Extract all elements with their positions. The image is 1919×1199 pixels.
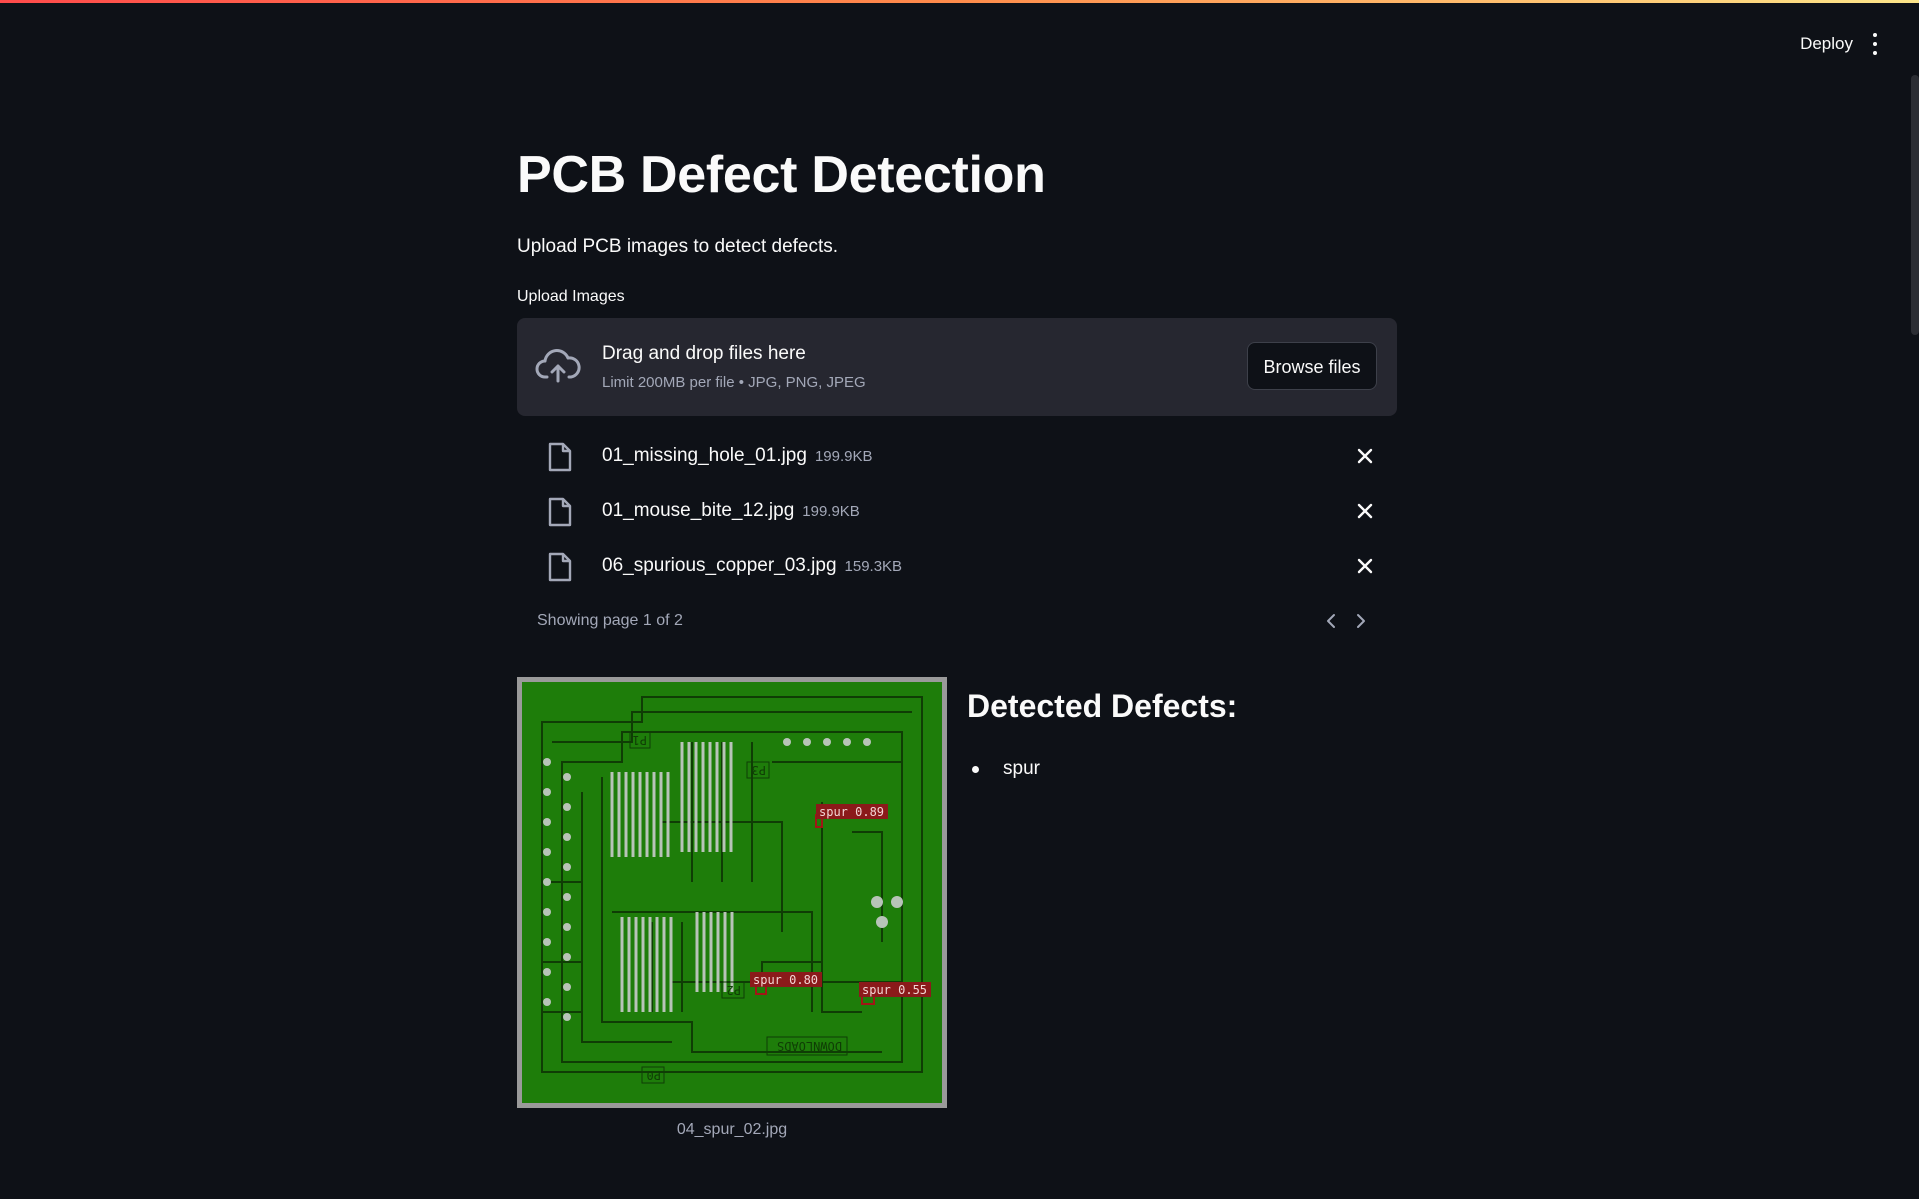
remove-file-icon[interactable]: [1355, 556, 1375, 576]
uploaded-file-row: 01_mouse_bite_12.jpg 199.9KB: [517, 491, 1397, 531]
defects-list: spur: [967, 756, 1040, 782]
scrollbar[interactable]: [1911, 75, 1919, 335]
dropzone-instructions: Drag and drop files here: [602, 343, 806, 364]
pagination-status: Showing page 1 of 2: [537, 612, 683, 629]
app-header: Deploy: [0, 3, 1919, 87]
file-icon: [548, 552, 572, 582]
silkscreen-label: P0: [647, 1068, 661, 1082]
file-icon: [548, 442, 572, 472]
uploaded-file-row: 06_spurious_copper_03.jpg 159.3KB: [517, 546, 1397, 586]
image-caption: 04_spur_02.jpg: [676, 1121, 788, 1138]
file-dropzone[interactable]: Drag and drop files here Limit 200MB per…: [517, 318, 1397, 416]
detection-label: spur 0.55: [862, 983, 927, 997]
file-name: 01_mouse_bite_12.jpg: [602, 500, 795, 521]
chevron-right-icon[interactable]: [1351, 610, 1371, 632]
detection-box: spur 0.55: [859, 982, 931, 1005]
pcb-result-image: P1 P3 P2 P0 DOWNLOADS spur 0.89 spur 0.8…: [517, 677, 947, 1108]
silkscreen-label: P1: [633, 733, 647, 747]
file-size: 199.9KB: [814, 448, 873, 465]
detected-defects-heading: Detected Defects:: [967, 688, 1238, 724]
silkscreen-label: P2: [727, 983, 741, 997]
dropzone-limit: Limit 200MB per file • JPG, PNG, JPEG: [602, 374, 866, 391]
detection-label: spur 0.89: [819, 805, 884, 819]
cloud-upload-icon: [535, 349, 581, 383]
browse-files-button[interactable]: Browse files: [1247, 342, 1377, 390]
deploy-button[interactable]: Deploy: [1800, 34, 1853, 54]
file-icon: [548, 497, 572, 527]
pcb-board-graphic: P1 P3 P2 P0 DOWNLOADS spur 0.89 spur 0.8…: [541, 696, 931, 1084]
file-name: 06_spurious_copper_03.jpg: [602, 555, 837, 576]
remove-file-icon[interactable]: [1355, 501, 1375, 521]
detection-label: spur 0.80: [753, 973, 818, 987]
chevron-left-icon[interactable]: [1321, 610, 1341, 632]
kebab-menu-icon[interactable]: [1871, 33, 1879, 55]
page-title: PCB Defect Detection: [517, 146, 1046, 204]
silkscreen-label: P3: [752, 763, 766, 777]
page-subtitle: Upload PCB images to detect defects.: [517, 236, 839, 257]
detection-box: spur 0.89: [815, 804, 888, 828]
uploaded-file-row: 01_missing_hole_01.jpg 199.9KB: [517, 436, 1397, 476]
list-item: spur: [967, 756, 1040, 782]
remove-file-icon[interactable]: [1355, 446, 1375, 466]
silkscreen-label: DOWNLOADS: [777, 1039, 842, 1053]
uploader-label: Upload Images: [517, 288, 625, 305]
file-size: 199.9KB: [802, 503, 860, 520]
file-size: 159.3KB: [844, 558, 903, 575]
file-name: 01_missing_hole_01.jpg: [602, 445, 807, 466]
